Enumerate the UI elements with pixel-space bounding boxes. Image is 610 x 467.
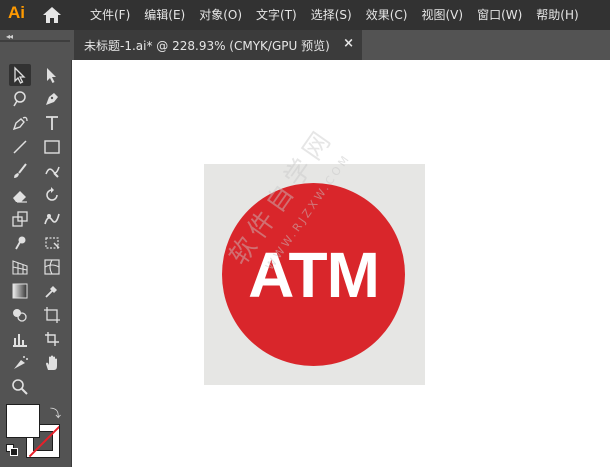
- fill-swatch[interactable]: [6, 404, 40, 438]
- shape-builder-tool-icon[interactable]: [9, 304, 31, 326]
- rotate-tool-icon[interactable]: [41, 184, 63, 206]
- toolbar-grip[interactable]: [0, 40, 70, 42]
- document-tab[interactable]: 未标题-1.ai* @ 228.93% (CMYK/GPU 预览) ×: [74, 30, 362, 60]
- tab-row: ◂◂ 未标题-1.ai* @ 228.93% (CMYK/GPU 预览) ×: [0, 30, 610, 60]
- paintbrush-tool-icon[interactable]: [9, 160, 31, 182]
- app-logo: Ai: [8, 3, 25, 22]
- canvas[interactable]: ATM 软件自学网 WWW.RJZXW.COM: [73, 60, 610, 467]
- menu-object[interactable]: 对象(O): [199, 0, 242, 30]
- type-tool-icon[interactable]: [41, 112, 63, 134]
- pen-tool-icon[interactable]: [41, 88, 63, 110]
- main-menu: 文件(F) 编辑(E) 对象(O) 文字(T) 选择(S) 效果(C) 视图(V…: [90, 0, 593, 30]
- menu-type[interactable]: 文字(T): [256, 0, 297, 30]
- line-tool-icon[interactable]: [9, 136, 31, 158]
- tools-panel: ⤵: [0, 60, 72, 467]
- graph-tool-icon[interactable]: [9, 328, 31, 350]
- menu-select[interactable]: 选择(S): [311, 0, 352, 30]
- direct-selection-tool-icon[interactable]: [41, 64, 63, 86]
- document-tab-label: 未标题-1.ai* @ 228.93% (CMYK/GPU 预览): [84, 39, 330, 53]
- puppet-warp-tool-icon[interactable]: [9, 232, 31, 254]
- zoom-tool-icon[interactable]: [9, 376, 31, 398]
- menu-bar: Ai 文件(F) 编辑(E) 对象(O) 文字(T) 选择(S) 效果(C) 视…: [0, 0, 610, 30]
- scale-tool-icon[interactable]: [9, 208, 31, 230]
- swap-fill-stroke-icon[interactable]: ⤵: [50, 405, 61, 421]
- rectangle-tool-icon[interactable]: [41, 136, 63, 158]
- eraser-tool-icon[interactable]: [9, 184, 31, 206]
- warp-tool-icon[interactable]: [41, 208, 63, 230]
- eyedropper-tool-icon[interactable]: [41, 280, 63, 302]
- curvature-tool-icon[interactable]: [9, 112, 31, 134]
- default-fill-stroke-icon[interactable]: [6, 444, 18, 456]
- symbol-sprayer-tool-icon[interactable]: [9, 352, 31, 374]
- hand-tool-icon[interactable]: [41, 352, 63, 374]
- menu-file[interactable]: 文件(F): [90, 0, 130, 30]
- magic-wand-tool-icon[interactable]: [9, 88, 31, 110]
- free-transform-tool-icon[interactable]: [41, 232, 63, 254]
- shaper-tool-icon[interactable]: [41, 160, 63, 182]
- slice-tool-icon[interactable]: [41, 328, 63, 350]
- mesh-tool-icon[interactable]: [41, 256, 63, 278]
- artboard-tool-icon[interactable]: [41, 304, 63, 326]
- home-icon[interactable]: [42, 6, 62, 24]
- gradient-tool-icon[interactable]: [9, 280, 31, 302]
- menu-edit[interactable]: 编辑(E): [144, 0, 185, 30]
- menu-window[interactable]: 窗口(W): [477, 0, 522, 30]
- menu-view[interactable]: 视图(V): [421, 0, 463, 30]
- close-icon[interactable]: ×: [343, 36, 354, 51]
- toolbar-header: ◂◂: [0, 30, 70, 60]
- menu-effect[interactable]: 效果(C): [366, 0, 408, 30]
- menu-help[interactable]: 帮助(H): [536, 0, 578, 30]
- perspective-grid-tool-icon[interactable]: [9, 256, 31, 278]
- selection-tool-icon[interactable]: [9, 64, 31, 86]
